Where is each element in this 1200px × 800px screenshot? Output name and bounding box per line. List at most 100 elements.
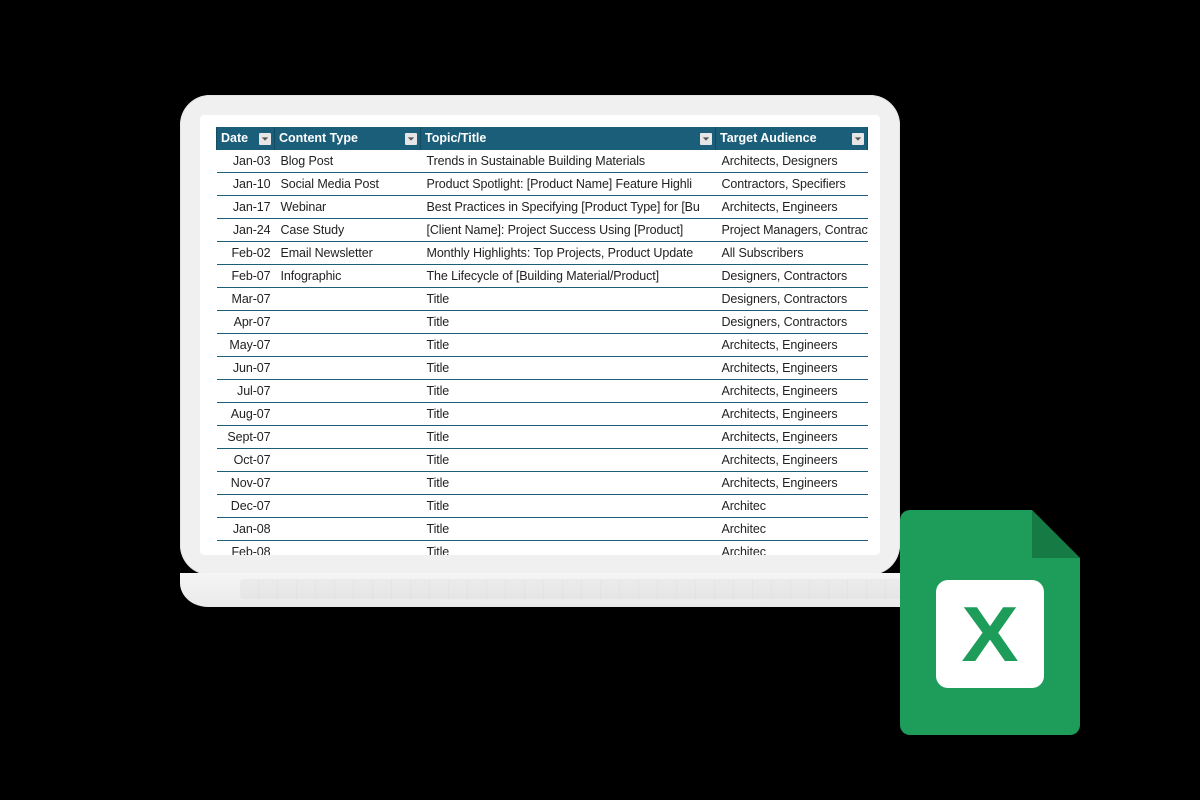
cell-audience[interactable]: Designers, Contractors [716,288,868,311]
filter-dropdown-icon[interactable] [405,133,417,145]
cell-content-type[interactable] [275,495,421,518]
cell-date[interactable]: Sept-07 [217,426,275,449]
cell-content-type[interactable] [275,357,421,380]
table-row[interactable]: Jun-07 TitleArchitects, Engineers [217,357,868,380]
cell-content-type[interactable]: Webinar [275,196,421,219]
cell-date[interactable]: Jan-17 [217,196,275,219]
filter-dropdown-icon[interactable] [852,133,864,145]
cell-topic[interactable]: Title [421,334,716,357]
cell-date[interactable]: Jun-07 [217,357,275,380]
cell-content-type[interactable] [275,449,421,472]
filter-dropdown-icon[interactable] [259,133,271,145]
cell-topic[interactable]: Monthly Highlights: Top Projects, Produc… [421,242,716,265]
cell-content-type[interactable] [275,403,421,426]
cell-content-type[interactable]: Email Newsletter [275,242,421,265]
cell-content-type[interactable] [275,472,421,495]
cell-date[interactable]: Mar-07 [217,288,275,311]
cell-topic[interactable]: Title [421,449,716,472]
cell-date[interactable]: Jul-07 [217,380,275,403]
table-row[interactable]: Apr-07 TitleDesigners, Contractors [217,311,868,334]
column-header-audience[interactable]: Target Audience [716,127,868,150]
cell-topic[interactable]: [Client Name]: Project Success Using [Pr… [421,219,716,242]
cell-date[interactable]: Jan-24 [217,219,275,242]
cell-audience[interactable]: Architects, Engineers [716,196,868,219]
table-row[interactable]: Nov-07 TitleArchitects, Engineers [217,472,868,495]
cell-topic[interactable]: Title [421,311,716,334]
cell-audience[interactable]: Architects, Engineers [716,472,868,495]
table-row[interactable]: Jan-03Blog PostTrends in Sustainable Bui… [217,150,868,173]
column-header-date[interactable]: Date [217,127,275,150]
cell-audience[interactable]: Architec [716,495,868,518]
table-row[interactable]: Feb-02Email NewsletterMonthly Highlights… [217,242,868,265]
cell-audience[interactable]: Project Managers, Contracto [716,219,868,242]
cell-audience[interactable]: Architects, Engineers [716,426,868,449]
table-row[interactable]: Jan-24Case Study[Client Name]: Project S… [217,219,868,242]
cell-audience[interactable]: Architec [716,518,868,541]
cell-topic[interactable]: The Lifecycle of [Building Material/Prod… [421,265,716,288]
cell-audience[interactable]: Architects, Engineers [716,403,868,426]
cell-date[interactable]: Feb-08 [217,541,275,556]
column-header-content-type[interactable]: Content Type [275,127,421,150]
cell-topic[interactable]: Title [421,541,716,556]
cell-date[interactable]: Feb-07 [217,265,275,288]
table-row[interactable]: Jan-10Social Media PostProduct Spotlight… [217,173,868,196]
cell-audience[interactable]: Architects, Engineers [716,380,868,403]
cell-topic[interactable]: Title [421,426,716,449]
cell-content-type[interactable] [275,541,421,556]
filter-dropdown-icon[interactable] [700,133,712,145]
cell-content-type[interactable] [275,334,421,357]
table-row[interactable]: Feb-08 TitleArchitec [217,541,868,556]
cell-audience[interactable]: Architects, Designers [716,150,868,173]
cell-date[interactable]: May-07 [217,334,275,357]
cell-topic[interactable]: Title [421,403,716,426]
cell-content-type[interactable] [275,426,421,449]
cell-topic[interactable]: Title [421,495,716,518]
cell-content-type[interactable] [275,288,421,311]
cell-topic[interactable]: Title [421,472,716,495]
cell-date[interactable]: Feb-02 [217,242,275,265]
table-row[interactable]: Oct-07 TitleArchitects, Engineers [217,449,868,472]
cell-topic[interactable]: Title [421,518,716,541]
cell-audience[interactable]: Designers, Contractors [716,311,868,334]
cell-date[interactable]: Apr-07 [217,311,275,334]
cell-topic[interactable]: Trends in Sustainable Building Materials [421,150,716,173]
excel-letter: X [961,595,1018,673]
table-row[interactable]: Aug-07 TitleArchitects, Engineers [217,403,868,426]
table-row[interactable]: Sept-07 TitleArchitects, Engineers [217,426,868,449]
cell-date[interactable]: Dec-07 [217,495,275,518]
cell-date[interactable]: Jan-10 [217,173,275,196]
column-header-topic[interactable]: Topic/Title [421,127,716,150]
cell-audience[interactable]: Designers, Contractors [716,265,868,288]
cell-content-type[interactable]: Blog Post [275,150,421,173]
cell-topic[interactable]: Product Spotlight: [Product Name] Featur… [421,173,716,196]
cell-date[interactable]: Jan-08 [217,518,275,541]
cell-topic[interactable]: Title [421,357,716,380]
table-row[interactable]: Mar-07 TitleDesigners, Contractors [217,288,868,311]
cell-date[interactable]: Jan-03 [217,150,275,173]
table-row[interactable]: Jan-17WebinarBest Practices in Specifyin… [217,196,868,219]
table-row[interactable]: May-07 TitleArchitects, Engineers [217,334,868,357]
cell-content-type[interactable]: Case Study [275,219,421,242]
cell-audience[interactable]: Contractors, Specifiers [716,173,868,196]
table-row[interactable]: Jan-08 TitleArchitec [217,518,868,541]
table-row[interactable]: Dec-07 TitleArchitec [217,495,868,518]
table-row[interactable]: Jul-07 TitleArchitects, Engineers [217,380,868,403]
cell-date[interactable]: Nov-07 [217,472,275,495]
cell-audience[interactable]: Architects, Engineers [716,334,868,357]
cell-content-type[interactable] [275,311,421,334]
cell-topic[interactable]: Title [421,288,716,311]
cell-date[interactable]: Oct-07 [217,449,275,472]
cell-audience[interactable]: Architects, Engineers [716,357,868,380]
table-row[interactable]: Feb-07InfographicThe Lifecycle of [Build… [217,265,868,288]
cell-audience[interactable]: Architects, Engineers [716,449,868,472]
cell-content-type[interactable] [275,380,421,403]
cell-topic[interactable]: Best Practices in Specifying [Product Ty… [421,196,716,219]
cell-audience[interactable]: Architec [716,541,868,556]
cell-audience[interactable]: All Subscribers [716,242,868,265]
header-label: Topic/Title [425,131,486,145]
cell-topic[interactable]: Title [421,380,716,403]
cell-content-type[interactable] [275,518,421,541]
cell-date[interactable]: Aug-07 [217,403,275,426]
cell-content-type[interactable]: Social Media Post [275,173,421,196]
cell-content-type[interactable]: Infographic [275,265,421,288]
